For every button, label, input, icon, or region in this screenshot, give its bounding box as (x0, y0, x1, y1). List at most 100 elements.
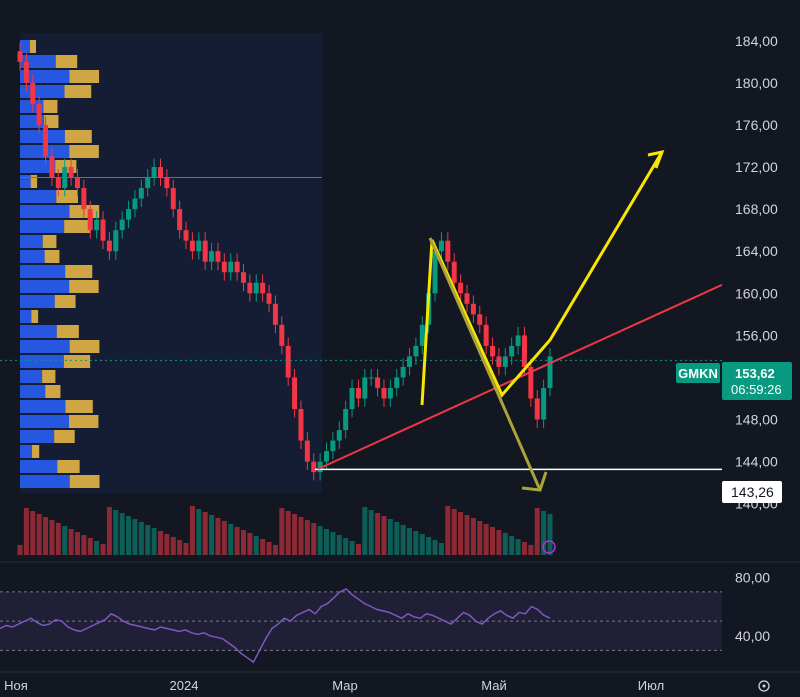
y-tick-label: 160,00 (735, 285, 778, 301)
candle-body (407, 356, 413, 367)
profile-bar-down (65, 265, 93, 278)
y-tick-label: 172,00 (735, 159, 778, 175)
profile-bar-up (20, 475, 70, 488)
support-price: 143,26 (731, 484, 774, 500)
candle-body (432, 251, 438, 294)
volume-bar (126, 516, 132, 555)
candle-body (228, 261, 234, 273)
volume-bar (426, 537, 432, 555)
volume-bar (330, 532, 336, 555)
candle-body (113, 230, 119, 252)
volume-bar (23, 508, 29, 555)
volume-bar (68, 529, 74, 555)
profile-bar-up (20, 385, 46, 398)
candle-body (521, 335, 527, 367)
candle-body (541, 387, 547, 420)
volume-bar (170, 537, 176, 555)
profile-bar-up (20, 220, 65, 233)
candle-body (394, 377, 400, 388)
candle-body (419, 324, 425, 346)
candle-body (477, 314, 483, 325)
candle-body (23, 61, 29, 83)
volume-bar (17, 545, 23, 555)
candle-body (157, 167, 163, 178)
y-tick-label: 180,00 (735, 75, 778, 91)
volume-bar (285, 511, 291, 555)
candle-body (375, 377, 381, 388)
volume-bar (113, 510, 119, 555)
candle-body (247, 282, 253, 294)
volume-bar (521, 542, 527, 555)
settings-icon[interactable] (758, 680, 770, 692)
profile-bar-down (69, 415, 99, 428)
candle-body (515, 335, 521, 346)
candle-body (215, 251, 221, 262)
x-tick-label: Май (481, 678, 506, 693)
countdown: 06:59:26 (731, 382, 782, 397)
volume-bar (36, 514, 42, 555)
profile-bar-down (65, 400, 93, 413)
volume-bar (515, 539, 521, 555)
volume-bar (279, 508, 285, 555)
volume-bar (30, 511, 36, 555)
volume-bar (253, 536, 259, 555)
volume-bar (413, 531, 419, 555)
volume-profile (20, 33, 322, 493)
candle-body (36, 103, 42, 125)
profile-bar-up (20, 400, 66, 413)
candle-body (74, 177, 80, 189)
candle-body (438, 240, 444, 252)
symbol-badge[interactable]: GMKN (676, 363, 720, 383)
profile-bar-down (54, 295, 76, 308)
candle-body (119, 219, 125, 231)
volume-bar (502, 533, 508, 555)
profile-bar-down (42, 370, 56, 383)
profile-bar-down (64, 220, 91, 233)
volume-bar (74, 532, 80, 555)
candle-body (330, 440, 336, 452)
candle-body (94, 219, 100, 231)
profile-bar-down (69, 475, 100, 488)
profile-bar-up (20, 40, 30, 53)
volume-bar (196, 509, 202, 555)
candle-body (496, 356, 502, 367)
candle-body (451, 261, 457, 283)
candle-body (260, 282, 266, 294)
candle-body (355, 387, 361, 399)
profile-bar-down (30, 175, 38, 188)
profile-bar-down (64, 130, 92, 143)
candle-body (464, 293, 470, 304)
price-chart[interactable]: 80,00 40,00 184,00 180,00 176,00 172,00 168,0… (0, 0, 800, 697)
y-tick-label: 156,00 (735, 327, 778, 343)
candle-body (304, 440, 310, 462)
volume-bar (311, 523, 317, 555)
candle-body (30, 82, 36, 104)
volume-bars (17, 506, 553, 555)
profile-bar-down (69, 145, 99, 158)
candle-body (509, 345, 515, 357)
volume-bar (343, 538, 349, 555)
candle-body (362, 377, 368, 399)
volume-bar (349, 541, 355, 555)
volume-bar (438, 543, 444, 555)
candle-body (400, 366, 406, 378)
price-axis: 184,00 180,00 176,00 172,00 168,00 164,00 160,… (735, 33, 778, 512)
profile-bar-up (20, 130, 65, 143)
candle-body (285, 345, 291, 378)
profile-bar-up (20, 250, 45, 263)
x-tick-label: Июл (638, 678, 664, 693)
volume-bar (362, 507, 368, 555)
volume-bar (317, 526, 323, 555)
volume-bar (106, 507, 112, 555)
candle-body (445, 240, 451, 262)
volume-bar (445, 506, 451, 555)
candle-body (490, 345, 496, 357)
x-tick-label: Мар (332, 678, 357, 693)
volume-bar (547, 514, 553, 555)
profile-bar-down (69, 340, 100, 353)
volume-bar (247, 533, 253, 555)
candle-body (502, 356, 508, 367)
volume-bar (458, 512, 464, 555)
candle-body (253, 282, 259, 294)
profile-bar-down (63, 355, 91, 368)
